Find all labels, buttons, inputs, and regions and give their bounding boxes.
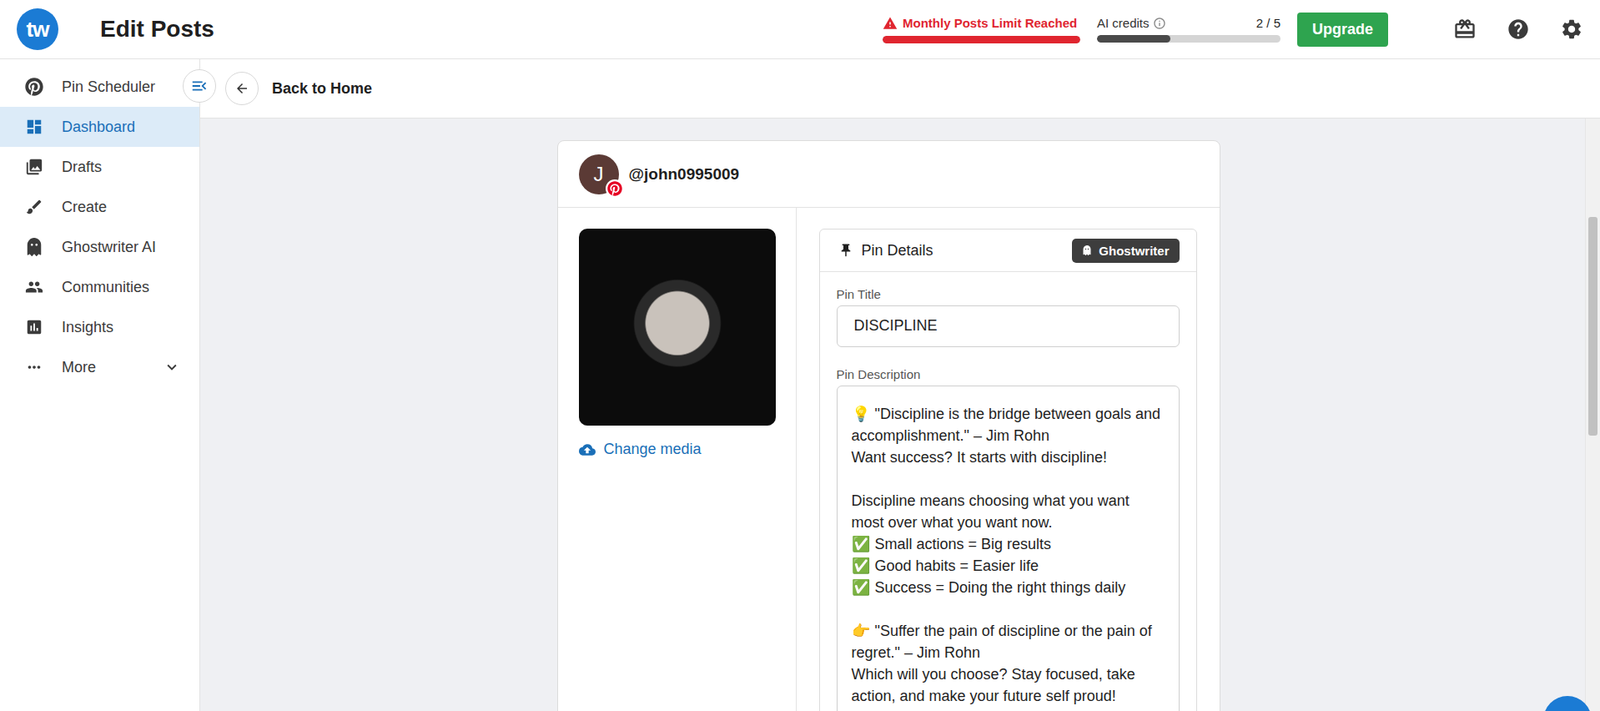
more-icon — [25, 357, 44, 377]
back-label[interactable]: Back to Home — [271, 80, 373, 98]
back-button[interactable] — [225, 71, 259, 106]
scrollbar[interactable] — [1584, 118, 1600, 711]
dashboard-icon — [25, 117, 44, 136]
field-label: Pin Title — [836, 286, 1180, 302]
help-icon — [1506, 17, 1530, 41]
chevron-down-icon — [162, 357, 182, 377]
field-label: Pin Description — [836, 367, 1180, 382]
brush-icon — [25, 197, 44, 217]
ai-credits: AI credits 2 / 5 — [1096, 15, 1281, 43]
description-line: ✅Success = Doing the right things daily — [851, 576, 1164, 599]
description-line: ✅Small actions = Big results — [851, 533, 1164, 555]
description-line: Discipline means choosing what you want … — [851, 489, 1164, 534]
gear-icon — [1559, 17, 1584, 41]
info-icon[interactable] — [1152, 16, 1167, 31]
panel-header: Pin DetailsGhostwriter — [820, 229, 1197, 272]
credits-reading: 2 / 5 — [1256, 15, 1281, 31]
warning-icon — [882, 15, 898, 31]
upgrade-button[interactable]: Upgrade — [1297, 12, 1389, 47]
settings-button[interactable] — [1559, 17, 1584, 41]
description-line: Which will you choose? Stay focused, tak… — [851, 663, 1164, 707]
ghostwriter-button[interactable]: Ghostwriter — [1071, 238, 1179, 263]
sidebar-item[interactable]: Pin Scheduler — [0, 66, 200, 107]
pin-title-input[interactable]: DISCIPLINE — [836, 305, 1180, 348]
pin-image — [578, 228, 776, 426]
top-bar: tw Edit PostsMonthly Posts Limit Reached A… — [0, 0, 1600, 60]
sidebar-item[interactable]: Communities — [0, 266, 200, 307]
sidebar-item[interactable]: Dashboard — [0, 106, 200, 147]
pinterest-badge — [605, 179, 624, 198]
page-title: Edit Posts — [100, 15, 883, 43]
sidebar-item[interactable]: More — [0, 347, 200, 388]
description-line: Want success? It starts with discipline! — [851, 446, 1164, 468]
page: tw Edit PostsMonthly Posts Limit Reached A… — [0, 0, 1600, 711]
limit-bar — [882, 35, 1081, 44]
pin-description-input[interactable]: 💡"Discipline is the bridge between goals… — [836, 385, 1180, 711]
sidebar: Pin SchedulerDashboardDraftsCreateGhostw… — [0, 59, 201, 711]
pinterest-icon — [25, 77, 44, 96]
account-handle: @john0995009 — [628, 165, 740, 184]
sidebar-item[interactable]: Drafts — [0, 146, 200, 187]
description-line: 💡"Discipline is the bridge between goals… — [851, 402, 1164, 447]
gift-button[interactable] — [1453, 17, 1477, 41]
account-header: J @john0995009 — [558, 140, 1220, 208]
pin-details-panel: Pin DetailsGhostwriter Pin Title DISCIPLIN… — [819, 228, 1198, 711]
description-line — [851, 467, 1164, 490]
ghost-icon — [1081, 245, 1092, 256]
drafts-icon — [25, 157, 44, 177]
chart-icon — [25, 317, 44, 337]
description-line: 👉"Suffer the pain of discipline or the p… — [851, 619, 1164, 664]
ghost-icon — [25, 237, 44, 257]
pinterest-icon — [607, 181, 623, 197]
help-button[interactable] — [1506, 17, 1530, 41]
limit-warning: Monthly Posts Limit Reached — [882, 15, 1081, 31]
sub-header: Back to Home — [200, 59, 1600, 119]
collapse-icon — [190, 76, 209, 96]
credits-label: AI credits — [1096, 15, 1167, 31]
post-card: J @john0995009 Change media Pin DetailsGhos… — [557, 140, 1221, 711]
sidebar-item[interactable]: Insights — [0, 306, 200, 348]
media-column: Change media — [558, 207, 797, 711]
posts-limit: Monthly Posts Limit Reached — [882, 15, 1081, 44]
pin-icon — [838, 242, 854, 258]
gift-icon — [1453, 17, 1477, 41]
scroll-thumb[interactable] — [1588, 216, 1598, 436]
change-media-button[interactable]: Change media — [578, 440, 775, 458]
collapse-button[interactable] — [182, 69, 217, 103]
people-icon — [25, 277, 44, 297]
sidebar-item[interactable]: Create — [0, 186, 200, 227]
logo[interactable]: tw — [16, 8, 59, 51]
description-line: ✅Good habits = Easier life — [851, 554, 1164, 577]
avatar: J — [578, 154, 619, 195]
upload-icon — [578, 441, 596, 458]
arrow-left-icon — [234, 80, 250, 96]
credits-bar — [1096, 35, 1281, 43]
sidebar-item[interactable]: Ghostwriter AI — [0, 226, 200, 267]
